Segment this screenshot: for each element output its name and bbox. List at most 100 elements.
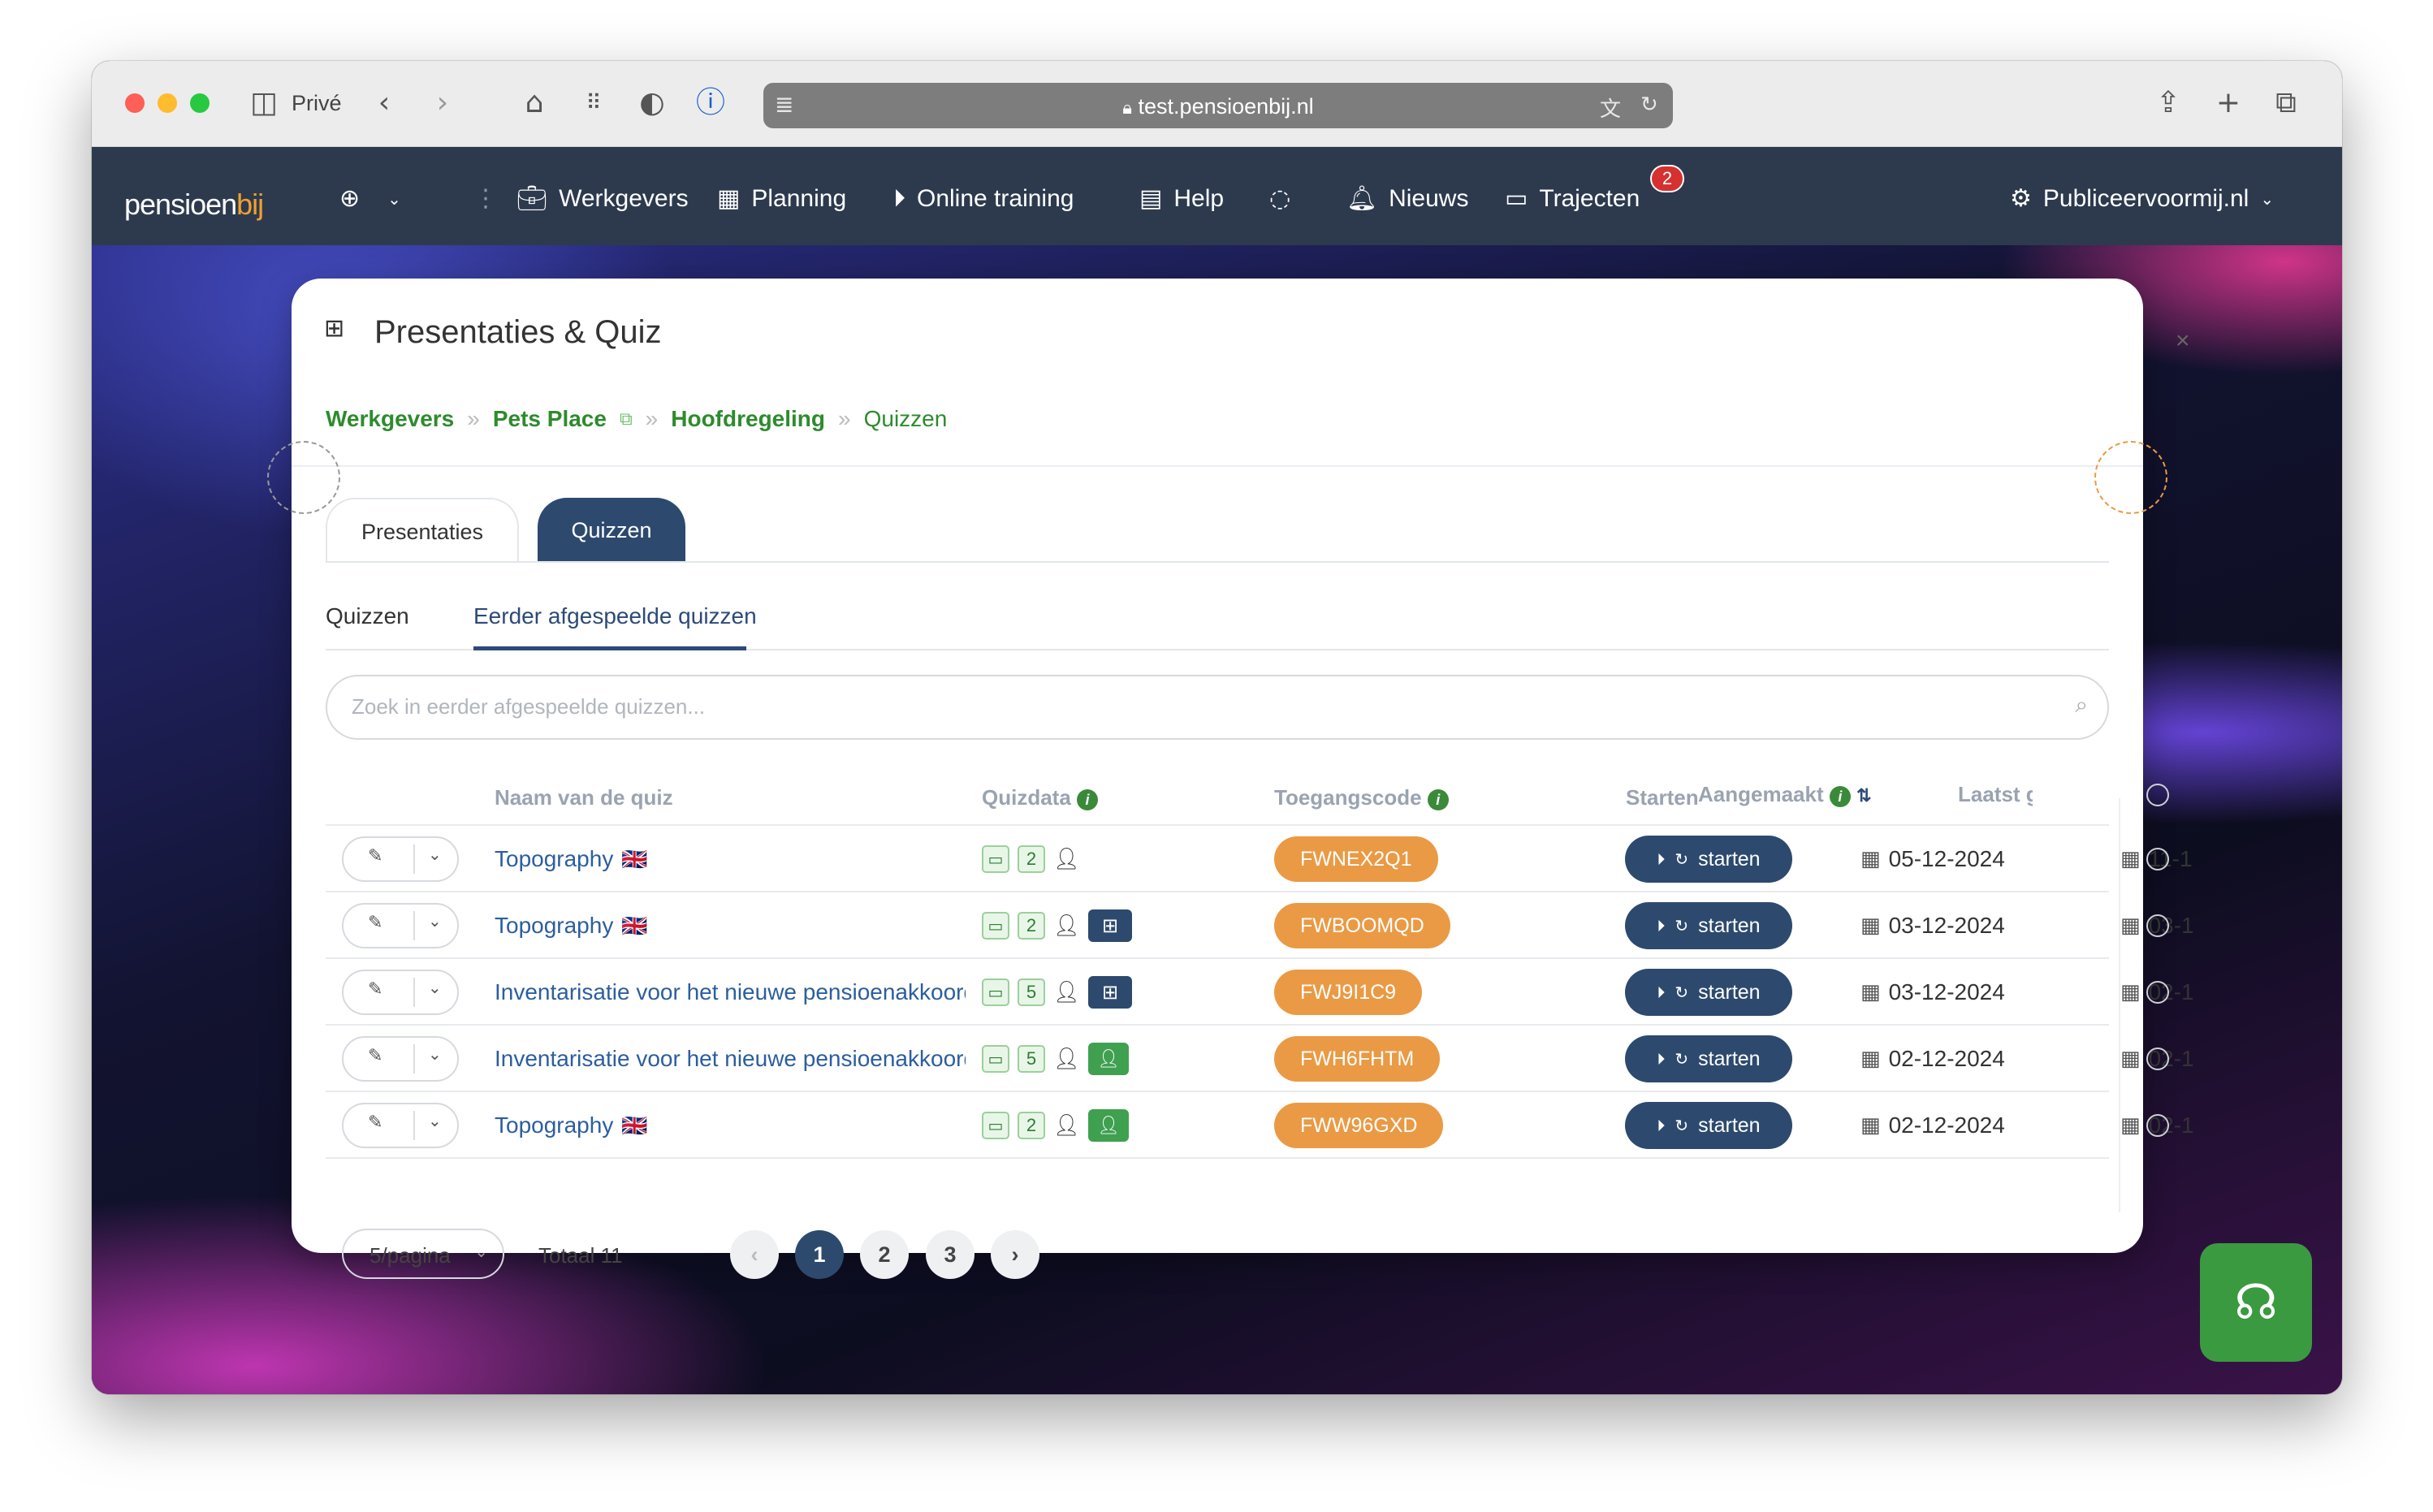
start-button[interactable]: ⏵ ↻ starten <box>1625 969 1792 1016</box>
pencil-icon[interactable]: ✎ <box>368 979 382 1000</box>
info-icon[interactable]: i <box>1427 789 1449 810</box>
page-2-button[interactable]: 2 <box>860 1230 909 1279</box>
subtab-eerder-afgespeeld[interactable]: Eerder afgespeelde quizzen <box>473 603 757 629</box>
nav-help[interactable]: ▤ Help <box>1139 183 1224 215</box>
share-icon[interactable]: ⇪ <box>2150 85 2186 121</box>
address-bar[interactable]: ≣ 🔒︎ test.pensioenbij.nl 文 ↻ <box>763 83 1673 128</box>
search-icon[interactable]: ⌕ <box>2075 691 2088 719</box>
pencil-icon[interactable]: ✎ <box>368 1112 382 1133</box>
edit-dropdown-button[interactable]: ✎ ⌄ <box>342 970 459 1015</box>
uk-flag-icon: 🇬🇧 <box>621 1112 648 1138</box>
nav-online-training[interactable]: ⏵ Online training <box>893 183 1074 215</box>
calendar-icon: ▦ <box>2120 914 2141 938</box>
chat-icon[interactable]: ◌ <box>1269 183 1290 215</box>
col-aangemaakt[interactable]: Aangemaakt i ⇅ <box>1698 782 1872 807</box>
row-select-radio[interactable] <box>2146 1114 2169 1137</box>
row-select-radio[interactable] <box>2146 914 2169 937</box>
nav-werkgevers[interactable]: 💼︎ Werkgevers <box>516 183 689 215</box>
logo[interactable]: pensioenbij <box>124 188 264 222</box>
info-icon[interactable]: i <box>1077 789 1099 810</box>
chevron-right-icon: » <box>645 406 659 431</box>
apps-grid-icon[interactable]: ⠿ <box>576 85 611 121</box>
close-window-button[interactable] <box>125 93 145 113</box>
breadcrumb-pets-place[interactable]: Pets Place <box>493 406 607 432</box>
col-naam[interactable]: Naam van de quiz <box>495 785 673 810</box>
pencil-icon[interactable]: ✎ <box>368 1046 382 1066</box>
maximize-window-button[interactable] <box>190 93 210 113</box>
chevron-down-icon[interactable]: ⌄ <box>428 1044 442 1064</box>
chevron-down-icon[interactable]: ⌄ <box>428 1111 442 1130</box>
translate-icon[interactable]: 文 <box>1600 93 1621 123</box>
nav-trajecten[interactable]: ▭ Trajecten <box>1505 183 1640 215</box>
quiz-name-link[interactable]: Topography <box>495 1112 613 1138</box>
table-row: ✎ ⌄ Topography 🇬🇧 ▭ 2 👤︎ ⊞ FWBOOMQD ⏵ ↻ starten ▦ 03-… <box>326 892 2194 959</box>
quiz-name-link[interactable]: Topography <box>495 846 613 872</box>
pencil-icon[interactable]: ✎ <box>368 846 382 866</box>
presentation-mode-icon: ⊞ <box>1088 976 1133 1009</box>
page-size-select[interactable]: 5/pagina ⌄ <box>342 1229 504 1279</box>
sidebar-icon[interactable]: ◫ <box>248 85 280 121</box>
tab-overview-icon[interactable]: ⧉ <box>2268 85 2304 121</box>
page-3-button[interactable]: 3 <box>926 1230 974 1279</box>
created-date: 02-12-2024 <box>1888 1112 2005 1138</box>
new-tab-icon[interactable]: + <box>2210 85 2246 121</box>
access-code-badge: FWNEX2Q1 <box>1274 836 1438 882</box>
global-menu-icon[interactable]: ⊕ ⌄ <box>339 183 401 215</box>
account-menu[interactable]: ⚙ Publiceervoormij.nl ⌄ <box>2010 183 2274 215</box>
quiz-name-link[interactable]: Topography <box>495 913 613 939</box>
play-icon: ⏵ <box>1657 849 1666 869</box>
close-button[interactable]: × <box>2176 327 2190 355</box>
forward-icon[interactable]: › <box>430 85 455 121</box>
nav-planning[interactable]: ▦ Planning <box>717 183 846 215</box>
briefcase-icon: ▭ <box>982 1045 1009 1073</box>
chevron-down-icon[interactable]: ⌄ <box>428 978 442 997</box>
chevron-down-icon[interactable]: ⌄ <box>428 845 442 864</box>
minimize-window-button[interactable] <box>158 93 177 113</box>
created-date: 03-12-2024 <box>1888 913 2005 938</box>
prev-page-button[interactable]: ‹ <box>730 1230 779 1279</box>
back-icon[interactable]: ‹ <box>372 85 396 121</box>
start-button[interactable]: ⏵ ↻ starten <box>1625 1035 1792 1082</box>
row-select-radio[interactable] <box>2146 981 2169 1004</box>
breadcrumb-werkgevers[interactable]: Werkgevers <box>326 406 454 432</box>
edit-dropdown-button[interactable]: ✎ ⌄ <box>342 836 459 882</box>
start-button[interactable]: ⏵ ↻ starten <box>1625 836 1792 883</box>
row-select-radio[interactable] <box>2146 848 2169 870</box>
col-quizdata: Quizdata i <box>982 785 1099 810</box>
profile-label[interactable]: Privé <box>292 85 342 121</box>
password-manager-icon[interactable]: ⓘ <box>693 85 728 121</box>
search-placeholder: Zoek in eerder afgespeelde quizzen... <box>352 694 706 719</box>
col-laatst[interactable]: Laatst g <box>1958 782 2033 807</box>
sort-icon[interactable]: ⇅ <box>1856 785 1871 806</box>
start-label: starten <box>1698 847 1761 870</box>
shield-icon[interactable]: ◐ <box>634 85 670 121</box>
start-button[interactable]: ⏵ ↻ starten <box>1625 902 1792 949</box>
tab-quizzen[interactable]: Quizzen <box>538 498 685 563</box>
more-dots-icon[interactable]: ⋮ <box>473 183 498 215</box>
chat-widget-button[interactable]: ☊ <box>2200 1243 2312 1362</box>
edit-dropdown-button[interactable]: ✎ ⌄ <box>342 903 459 948</box>
breadcrumb-hoofdregeling[interactable]: Hoofdregeling <box>671 406 825 432</box>
info-icon[interactable]: i <box>1829 786 1851 807</box>
select-all-radio[interactable] <box>2146 784 2169 806</box>
quiz-name-link[interactable]: Inventarisatie voor het nieuwe pensioena… <box>495 979 966 1005</box>
page-1-button[interactable]: 1 <box>795 1230 844 1279</box>
start-button[interactable]: ⏵ ↻ starten <box>1625 1102 1792 1149</box>
search-input[interactable]: Zoek in eerder afgespeelde quizzen... ⌕ <box>326 675 2109 740</box>
row-select-radio[interactable] <box>2146 1048 2169 1070</box>
chevron-down-icon[interactable]: ⌄ <box>428 911 442 931</box>
next-page-button[interactable]: › <box>991 1230 1039 1279</box>
url-value: test.pensioenbij.nl <box>1138 94 1314 119</box>
reload-icon[interactable]: ↻ <box>1640 93 1658 117</box>
edit-dropdown-button[interactable]: ✎ ⌄ <box>342 1103 459 1148</box>
home-icon[interactable]: ⌂ <box>516 85 552 121</box>
quiz-name-link[interactable]: Inventarisatie voor het nieuwe pensioena… <box>495 1046 966 1072</box>
refresh-icon: ↻ <box>1675 849 1689 869</box>
subtab-quizzen[interactable]: Quizzen <box>326 603 409 629</box>
person-icon: 👤︎ <box>1053 1047 1081 1071</box>
nav-nieuws[interactable]: 🔔︎ Nieuws <box>1346 183 1468 215</box>
edit-dropdown-button[interactable]: ✎ ⌄ <box>342 1036 459 1082</box>
pencil-icon[interactable]: ✎ <box>368 913 382 933</box>
tab-presentaties[interactable]: Presentaties <box>326 498 519 563</box>
table-row: ✎ ⌄ Inventarisatie voor het nieuwe pensioe… <box>326 1026 2194 1092</box>
